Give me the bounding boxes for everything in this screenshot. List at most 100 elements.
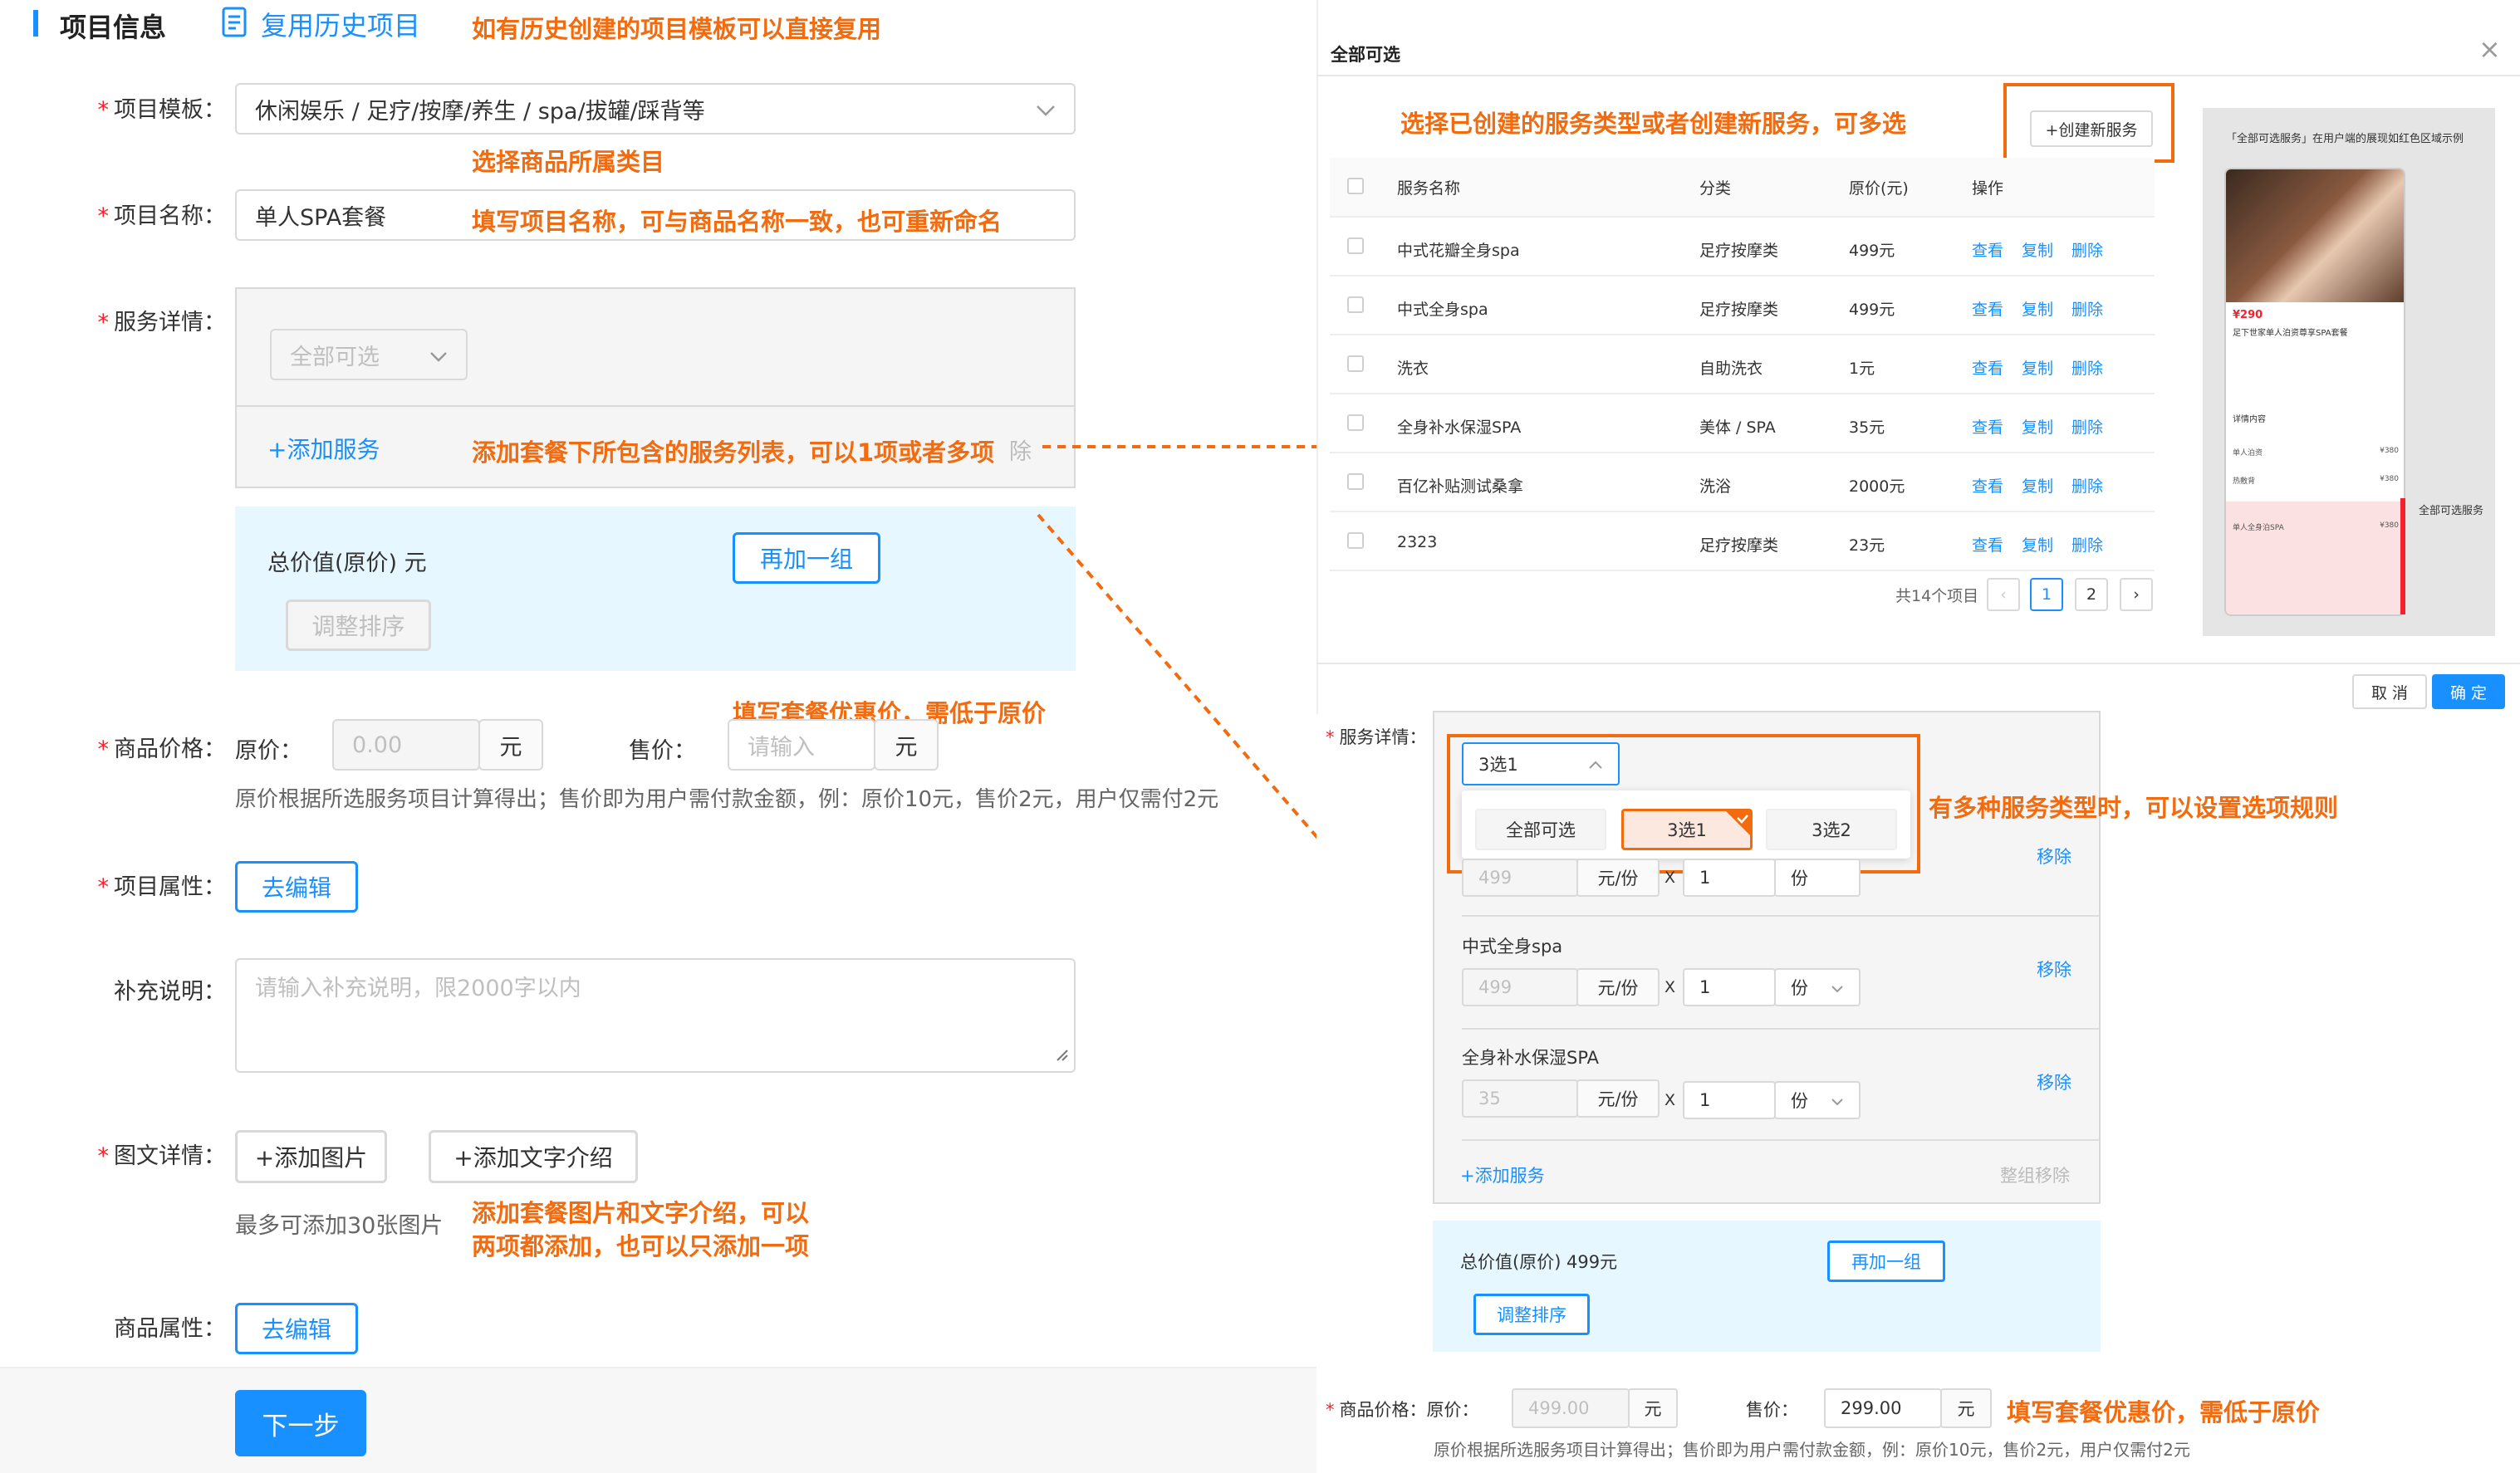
table-row: 洗衣 自助洗衣 1元 查看 复制 删除 [1330, 335, 2155, 394]
row-copy-link[interactable]: 复制 [2022, 474, 2053, 497]
preview-highlight-area: 单人全身泊SPA ¥380 [2226, 502, 2404, 614]
right-group-total: 总价值(原价) 499元 [1460, 1252, 1618, 1272]
row-price: 499元 [1849, 242, 1895, 260]
right-orig-price-unit: 元 [1628, 1388, 1678, 1428]
row-view-link[interactable]: 查看 [1972, 297, 2003, 320]
item-qty-input[interactable]: 1 [1683, 1081, 1776, 1119]
row-price: 23元 [1849, 536, 1885, 555]
row-delete-link[interactable]: 删除 [2071, 356, 2103, 379]
row-category: 自助洗衣 [1699, 360, 1763, 378]
row-checkbox[interactable] [1347, 532, 1364, 549]
row-checkbox[interactable] [1347, 237, 1364, 254]
preview-price: ¥290 [2233, 309, 2263, 321]
pagination-page-1[interactable]: 1 [2030, 578, 2063, 611]
pagination-page-2[interactable]: 2 [2075, 578, 2108, 611]
preview-highlight-bar [2400, 498, 2405, 614]
row-category: 足疗按摩类 [1699, 301, 1779, 319]
chevron-down-icon [1831, 977, 1844, 997]
row-delete-link[interactable]: 删除 [2071, 474, 2103, 497]
row-name: 全身补水保湿SPA [1397, 418, 1522, 437]
modal-ok-button[interactable]: 确 定 [2432, 674, 2505, 709]
pagination-next[interactable]: › [2120, 578, 2153, 611]
item-qty-input[interactable]: 1 [1683, 859, 1776, 897]
col-ops: 操作 [1972, 179, 2004, 198]
row-checkbox[interactable] [1347, 355, 1364, 372]
modal-cancel-button[interactable]: 取 消 [2352, 674, 2427, 709]
item-price-input[interactable]: 499 [1462, 968, 1578, 1006]
row-delete-link[interactable]: 删除 [2071, 238, 2103, 261]
modal-header-divider [1316, 75, 2520, 76]
preview-title: 足下世家单人泊资尊享SPA套餐 [2233, 329, 2348, 338]
right-sort-button[interactable]: 调整排序 [1473, 1294, 1590, 1335]
row-delete-link[interactable]: 删除 [2071, 533, 2103, 555]
right-add-group-button[interactable]: 再加一组 [1827, 1241, 1945, 1282]
item-price-unit: 元/份 [1576, 859, 1660, 897]
row-checkbox[interactable] [1347, 473, 1364, 490]
pagination-prev[interactable]: ‹ [1987, 578, 2020, 611]
rule-highlight [1447, 734, 1920, 874]
item-multiply: X [1664, 869, 1676, 887]
row-checkbox[interactable] [1347, 414, 1364, 431]
preview-item-2: 热敷背 ¥380 [2233, 475, 2399, 486]
row-delete-link[interactable]: 删除 [2071, 297, 2103, 320]
preview-caption: 「全部可选服务」在用户端的展现如红色区域示例 [2226, 133, 2464, 145]
item-remove-link[interactable]: 移除 [2037, 844, 2071, 869]
preview-photo [2226, 169, 2404, 302]
col-price: 原价(元) [1849, 179, 1909, 198]
item-multiply: X [1664, 978, 1676, 996]
row-name: 中式花瓣全身spa [1397, 242, 1520, 260]
item-qty-unit[interactable]: 份 [1774, 1081, 1861, 1119]
group-remove-link[interactable]: 整组移除 [2000, 1162, 2070, 1187]
item-remove-link[interactable]: 移除 [2037, 1069, 2071, 1094]
row-price: 1元 [1849, 360, 1875, 378]
row-category: 美体 / SPA [1699, 418, 1776, 437]
row-name: 中式全身spa [1397, 301, 1488, 319]
item-divider [1462, 915, 2100, 917]
row-view-link[interactable]: 查看 [1972, 356, 2003, 379]
item-multiply: X [1664, 1091, 1676, 1109]
item-qty-unit[interactable]: 份 [1774, 968, 1861, 1006]
select-all-checkbox[interactable] [1347, 178, 1364, 194]
table-row: 全身补水保湿SPA 美体 / SPA 35元 查看 复制 删除 [1330, 394, 2155, 453]
col-name: 服务名称 [1397, 179, 1461, 198]
right-add-service-link[interactable]: +添加服务 [1460, 1162, 1545, 1187]
item-remove-link[interactable]: 移除 [2037, 957, 2071, 981]
right-sale-price-input[interactable]: 299.00 [1824, 1388, 1942, 1428]
preview-item-1: 单人泊资 ¥380 [2233, 447, 2399, 458]
item-price-unit: 元/份 [1576, 968, 1660, 1006]
table-row: 中式全身spa 足疗按摩类 499元 查看 复制 删除 [1330, 276, 2155, 335]
row-delete-link[interactable]: 删除 [2071, 415, 2103, 438]
row-checkbox[interactable] [1347, 296, 1364, 313]
item-divider [1462, 1028, 2100, 1030]
pagination-total: 共14个项目 [1895, 587, 1979, 605]
right-price-label: * 商品价格：原价： [1326, 1400, 1479, 1420]
item-price-input[interactable]: 35 [1462, 1079, 1578, 1118]
row-copy-link[interactable]: 复制 [2022, 533, 2053, 555]
item-price-unit: 元/份 [1576, 1079, 1660, 1118]
note-create: 选择已创建的服务类型或者创建新服务，可多选 [1400, 110, 1907, 138]
row-view-link[interactable]: 查看 [1972, 533, 2003, 555]
item-qty-unit[interactable]: 份 [1774, 859, 1861, 897]
note-price-right: 填写套餐优惠价，需低于原价 [2007, 1398, 2321, 1427]
row-copy-link[interactable]: 复制 [2022, 356, 2053, 379]
item-qty-input[interactable]: 1 [1683, 968, 1776, 1006]
row-name: 洗衣 [1397, 360, 1429, 378]
right-sale-price-label: 售价： [1746, 1400, 1798, 1420]
row-view-link[interactable]: 查看 [1972, 415, 2003, 438]
modal-footer-divider [1316, 663, 2520, 664]
create-service-button[interactable]: +创建新服务 [2030, 110, 2153, 147]
modal-close-icon[interactable]: × [2478, 33, 2501, 65]
row-copy-link[interactable]: 复制 [2022, 297, 2053, 320]
right-price-hint: 原价根据所选服务项目计算得出；售价即为用户需付款金额，例：原价10元，售价2元，… [1434, 1440, 2190, 1460]
table-row: 中式花瓣全身spa 足疗按摩类 499元 查看 复制 删除 [1330, 218, 2155, 276]
row-copy-link[interactable]: 复制 [2022, 415, 2053, 438]
row-price: 2000元 [1849, 477, 1905, 496]
row-view-link[interactable]: 查看 [1972, 474, 2003, 497]
right-orig-price-input[interactable]: 499.00 [1512, 1388, 1630, 1428]
row-view-link[interactable]: 查看 [1972, 238, 2003, 261]
item-price-input[interactable]: 499 [1462, 859, 1578, 897]
item-name: 中式全身spa [1462, 937, 1563, 957]
item-name: 全身补水保湿SPA [1462, 1048, 1600, 1068]
modal-title: 全部可选 [1331, 45, 1400, 65]
row-copy-link[interactable]: 复制 [2022, 238, 2053, 261]
